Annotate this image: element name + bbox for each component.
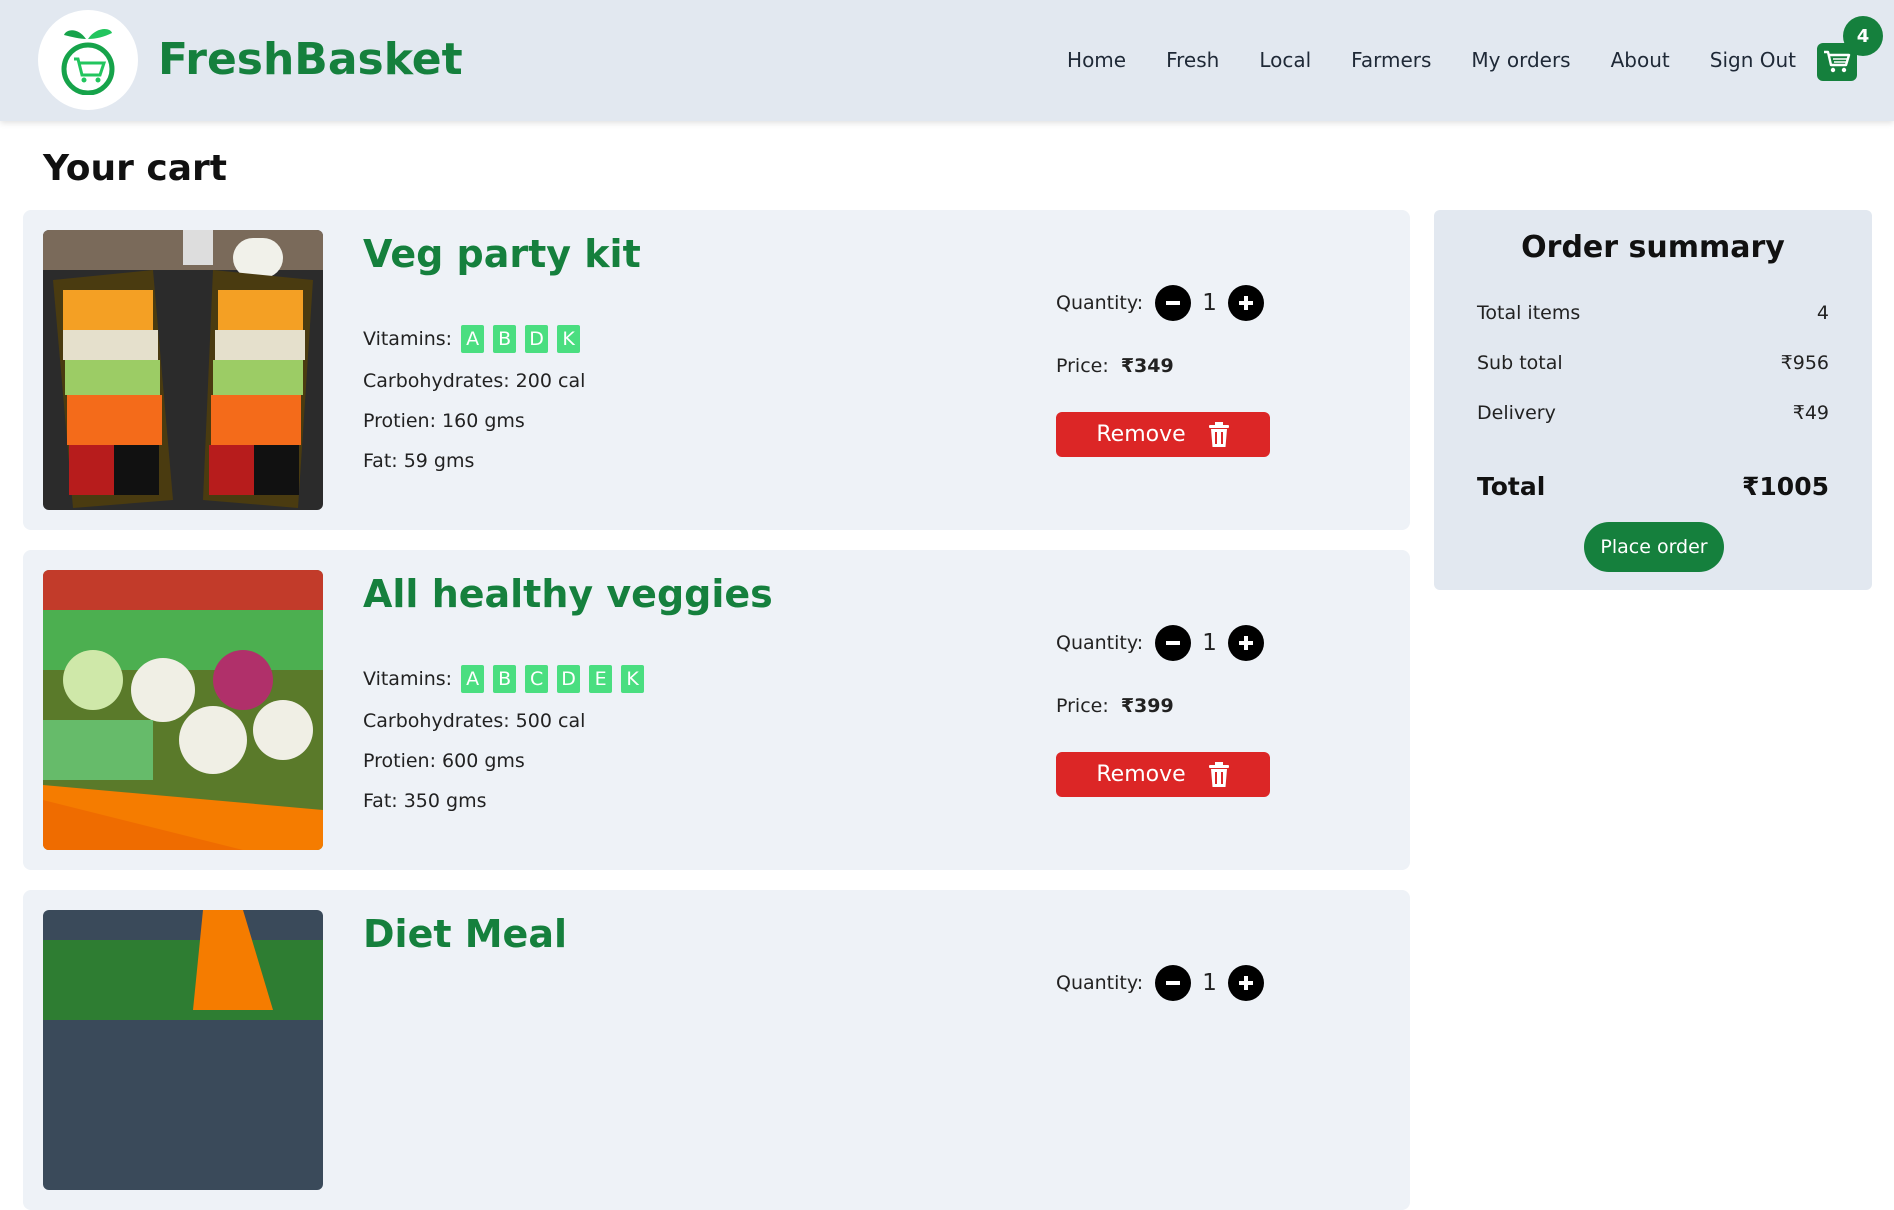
summary-value: ₹956	[1780, 352, 1829, 374]
quantity-stepper: Quantity: 1	[1056, 285, 1265, 321]
summary-label: Delivery	[1477, 402, 1556, 424]
increase-quantity-button[interactable]	[1228, 965, 1265, 1001]
order-summary-title: Order summary	[1521, 230, 1785, 265]
vitamin-badge: D	[525, 325, 549, 353]
fat: Fat: 59 gms	[363, 450, 475, 472]
cart-item: All healthy veggies Vitamins: A B C D E …	[23, 550, 1410, 870]
vitamin-badge: K	[621, 665, 645, 693]
vitamin-badge: K	[557, 325, 581, 353]
fat: Fat: 350 gms	[363, 790, 487, 812]
quantity-label: Quantity:	[1056, 292, 1144, 314]
brand-name[interactable]: FreshBasket	[158, 34, 463, 85]
price-value: ₹399	[1120, 695, 1174, 717]
summary-row-sub-total: Sub total ₹956	[1477, 352, 1829, 374]
quantity-label: Quantity:	[1056, 632, 1144, 654]
summary-row-delivery: Delivery ₹49	[1477, 402, 1829, 424]
decrease-quantity-button[interactable]	[1155, 965, 1192, 1001]
vitamin-badge: A	[461, 665, 485, 693]
vitamins-list: Vitamins: A B C D E K	[363, 665, 645, 693]
plus-icon	[1239, 296, 1254, 310]
quantity-stepper: Quantity: 1	[1056, 625, 1265, 661]
nav-local[interactable]: Local	[1259, 48, 1311, 72]
cart-item: Diet Meal Quantity: 1	[23, 890, 1410, 1210]
summary-row-total-items: Total items 4	[1477, 302, 1829, 324]
summary-label: Total items	[1477, 302, 1581, 324]
plus-icon	[1239, 636, 1254, 650]
basket-logo-icon	[61, 29, 115, 95]
order-summary-panel: Order summary Total items 4 Sub total ₹9…	[1434, 210, 1872, 590]
total-value: ₹1005	[1742, 472, 1829, 501]
product-name: Veg party kit	[363, 232, 641, 276]
nav-about[interactable]: About	[1611, 48, 1670, 72]
summary-label: Sub total	[1477, 352, 1563, 374]
vitamins-list: Vitamins: A B D K	[363, 325, 581, 353]
summary-total: Total ₹1005	[1477, 472, 1829, 501]
decrease-quantity-button[interactable]	[1155, 625, 1192, 661]
page-title: Your cart	[43, 148, 228, 189]
price-label: Price:	[1056, 355, 1109, 377]
product-image	[43, 570, 323, 850]
top-header: FreshBasket Home Fresh Local Farmers My …	[0, 0, 1894, 121]
quantity-value: 1	[1202, 970, 1217, 996]
price-value: ₹349	[1120, 355, 1174, 377]
protein: Protien: 160 gms	[363, 410, 525, 432]
price-label: Price:	[1056, 695, 1109, 717]
product-image	[43, 230, 323, 510]
summary-value: ₹49	[1792, 402, 1829, 424]
remove-button[interactable]: Remove	[1056, 412, 1270, 457]
logo[interactable]	[38, 10, 138, 110]
product-name: All healthy veggies	[363, 572, 773, 616]
vitamin-badge: B	[493, 665, 517, 693]
cart-count-badge: 4	[1843, 16, 1883, 56]
place-order-button[interactable]: Place order	[1584, 522, 1724, 572]
quantity-value: 1	[1202, 630, 1217, 656]
total-label: Total	[1477, 472, 1546, 501]
price: Price: ₹349	[1056, 355, 1174, 377]
cart-icon	[1824, 50, 1851, 73]
quantity-label: Quantity:	[1056, 972, 1144, 994]
decrease-quantity-button[interactable]	[1155, 285, 1192, 321]
quantity-value: 1	[1202, 290, 1217, 316]
trash-icon	[1208, 761, 1229, 787]
cart-item: Veg party kit Vitamins: A B D K Carbohyd…	[23, 210, 1410, 530]
vitamins-label: Vitamins:	[363, 668, 453, 690]
remove-button[interactable]: Remove	[1056, 752, 1270, 797]
minus-icon	[1166, 641, 1181, 645]
main-nav: Home Fresh Local Farmers My orders About…	[1027, 48, 1796, 72]
nav-sign-out[interactable]: Sign Out	[1710, 48, 1796, 72]
remove-label: Remove	[1096, 422, 1186, 447]
nav-home[interactable]: Home	[1067, 48, 1126, 72]
summary-value: 4	[1816, 302, 1829, 324]
vitamins-label: Vitamins:	[363, 328, 453, 350]
nav-farmers[interactable]: Farmers	[1351, 48, 1431, 72]
carbohydrates: Carbohydrates: 500 cal	[363, 710, 586, 732]
nav-my-orders[interactable]: My orders	[1471, 48, 1570, 72]
plus-icon	[1239, 976, 1254, 990]
protein: Protien: 600 gms	[363, 750, 525, 772]
vitamin-badge: C	[525, 665, 549, 693]
vitamin-badge: B	[493, 325, 517, 353]
vitamin-badge: A	[461, 325, 485, 353]
trash-icon	[1208, 421, 1229, 447]
vitamin-badge: D	[557, 665, 581, 693]
increase-quantity-button[interactable]	[1228, 625, 1265, 661]
remove-label: Remove	[1096, 762, 1186, 787]
quantity-stepper: Quantity: 1	[1056, 965, 1265, 1001]
product-name: Diet Meal	[363, 912, 567, 956]
increase-quantity-button[interactable]	[1228, 285, 1265, 321]
price: Price: ₹399	[1056, 695, 1174, 717]
carbohydrates: Carbohydrates: 200 cal	[363, 370, 586, 392]
vitamin-badge: E	[589, 665, 613, 693]
minus-icon	[1166, 301, 1181, 305]
nav-fresh[interactable]: Fresh	[1166, 48, 1219, 72]
minus-icon	[1166, 981, 1181, 985]
product-image	[43, 910, 323, 1190]
